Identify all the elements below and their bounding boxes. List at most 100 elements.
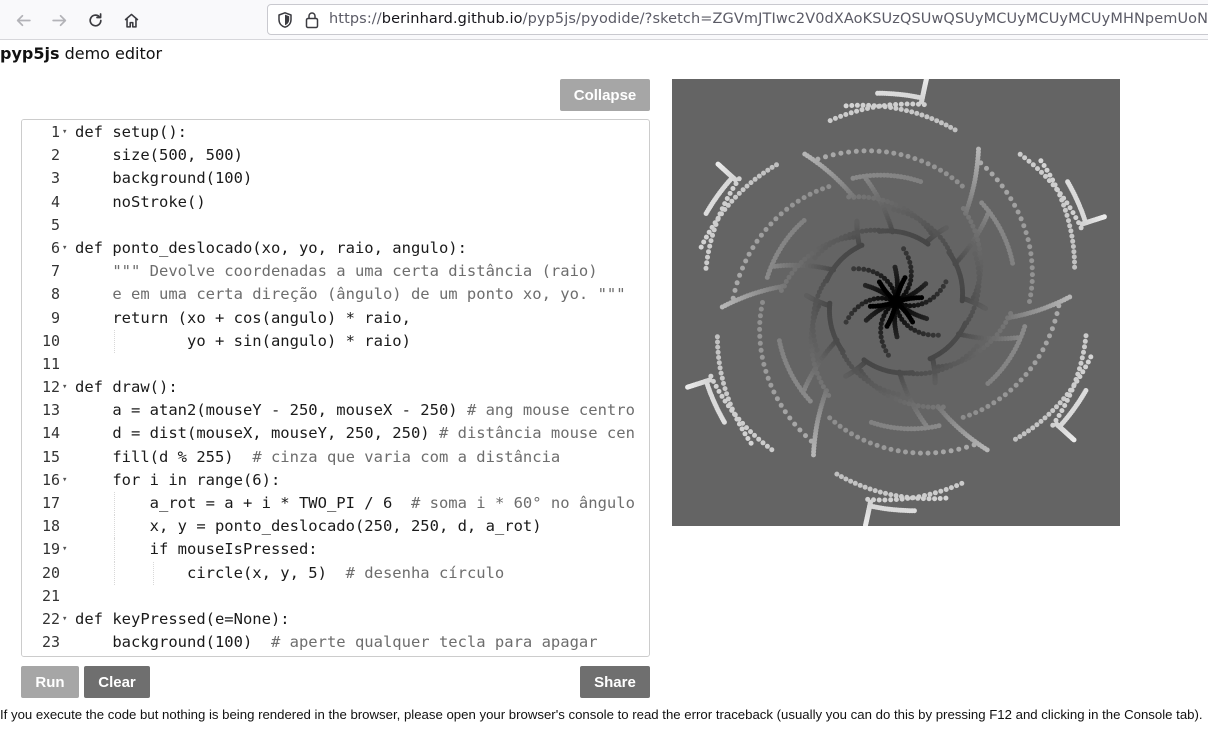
code-statement: a_rot = a + i * TWO_PI / 6 xyxy=(75,494,411,512)
code-text: def ponto_deslocado(xo, yo, raio, angulo… xyxy=(75,237,467,260)
code-line[interactable]: 2 size(500, 500) xyxy=(22,144,649,167)
code-line[interactable]: 4 noStroke() xyxy=(22,191,649,214)
sketch-dot xyxy=(837,423,843,429)
sketch-dot xyxy=(717,365,723,371)
sketch-dot xyxy=(898,106,904,112)
sketch-dot xyxy=(825,275,831,281)
fold-toggle-icon[interactable]: ▾ xyxy=(62,237,67,260)
sketch-dot xyxy=(715,344,721,350)
sketch-dot xyxy=(893,497,899,502)
sketch-dot xyxy=(1023,230,1029,236)
code-comment: # desenha círculo xyxy=(345,563,505,582)
url-text[interactable]: https://berinhard.github.io/pyp5js/pyodi… xyxy=(329,11,1208,27)
code-line[interactable]: 12 ▾ def draw(): xyxy=(22,376,649,399)
sketch-dot xyxy=(1043,173,1048,179)
sketch-dot xyxy=(909,109,915,115)
code-line[interactable]: 1 ▾ def setup(): xyxy=(22,121,649,144)
code-line[interactable]: 19 ▾ if mouseIsPressed: xyxy=(22,538,649,562)
collapse-button[interactable]: Collapse xyxy=(560,79,650,111)
fold-toggle-icon[interactable]: ▾ xyxy=(62,121,67,144)
sketch-dot xyxy=(843,476,849,482)
code-line[interactable]: 18 x, y = ponto_deslocado(250, 250, d, a… xyxy=(22,515,649,539)
sketch-dot xyxy=(789,202,795,208)
sketch-dot xyxy=(843,112,849,117)
code-line[interactable]: 22 ▾ def keyPressed(e=None): xyxy=(22,608,649,631)
sketch-dot xyxy=(743,258,749,264)
sketch-dot xyxy=(905,211,911,217)
code-text: def setup(): xyxy=(75,121,187,144)
forward-button[interactable] xyxy=(45,6,73,34)
sketch-dot xyxy=(1056,413,1062,418)
sketch-dot xyxy=(1027,299,1032,304)
reload-button[interactable] xyxy=(81,6,109,34)
back-button[interactable] xyxy=(9,6,37,34)
sketch-dot xyxy=(784,206,790,212)
code-line[interactable]: 17 a_rot = a + i * TWO_PI / 6 # soma i *… xyxy=(22,492,649,516)
sketch-dot xyxy=(934,118,940,124)
sketch-dot xyxy=(803,433,808,439)
code-statement: def ponto_deslocado(xo, yo, raio, angulo… xyxy=(75,238,467,257)
fold-toggle-icon[interactable]: ▾ xyxy=(62,376,67,399)
sketch-dot xyxy=(883,348,889,354)
code-editor[interactable]: 1 ▾ def setup(): 2 size(500, 500) 3 backgrou… xyxy=(21,119,650,657)
sketch-dot xyxy=(1030,162,1036,168)
sketch-dot xyxy=(979,407,985,413)
sketch-dot xyxy=(876,279,882,285)
sketch-dot xyxy=(765,167,771,173)
sketch-canvas[interactable] xyxy=(672,79,1120,526)
sketch-dot xyxy=(757,313,763,319)
code-line[interactable]: 23 background(100) # aperte qualquer tec… xyxy=(22,631,649,654)
sketch-dot xyxy=(878,330,884,335)
sketch-dot xyxy=(710,378,716,384)
sketch-dot xyxy=(703,234,709,240)
sketch-dot xyxy=(763,368,769,374)
sketch-dot xyxy=(1067,392,1073,398)
line-number: 3 xyxy=(50,169,60,188)
code-line[interactable]: 11 xyxy=(22,353,649,376)
code-line[interactable]: 8 e em uma certa direção (ângulo) de um … xyxy=(22,283,649,306)
sketch-dot xyxy=(1056,303,1062,309)
code-line[interactable]: 13 a = atan2(mouseY - 250, mouseX - 250)… xyxy=(22,399,649,422)
code-line[interactable]: 3 background(100) xyxy=(22,167,649,190)
sketch-dot xyxy=(717,211,723,217)
code-lines[interactable]: 1 ▾ def setup(): 2 size(500, 500) 3 backgrou… xyxy=(22,121,649,654)
sketch-dot xyxy=(866,195,872,200)
share-button[interactable]: Share xyxy=(580,666,650,698)
fold-toggle-icon[interactable]: ▾ xyxy=(62,608,67,631)
home-icon xyxy=(124,13,138,28)
tracking-shield-icon[interactable] xyxy=(276,11,294,29)
run-button[interactable]: Run xyxy=(21,666,79,698)
address-bar[interactable]: https://berinhard.github.io/pyp5js/pyodi… xyxy=(267,4,1208,35)
lock-icon[interactable] xyxy=(304,11,320,29)
code-comment: # aperte qualquer tecla para apagar xyxy=(270,633,598,652)
sketch-dot xyxy=(967,412,972,418)
code-line[interactable]: 7 """ Devolve coordenadas a uma certa di… xyxy=(22,260,649,283)
code-line[interactable]: 10 yo + sin(angulo) * raio) xyxy=(22,329,649,353)
code-text: def keyPressed(e=None): xyxy=(75,608,290,631)
code-statement: fill(d % 255) xyxy=(75,447,253,466)
code-line[interactable]: 16 ▾ for i in range(6): xyxy=(22,469,649,492)
home-button[interactable] xyxy=(117,6,145,34)
sketch-dot xyxy=(740,187,746,193)
sketch-dot xyxy=(1061,195,1067,201)
sketch-dot xyxy=(976,279,982,285)
code-line[interactable]: 9 return (xo + cos(angulo) * raio, xyxy=(22,307,649,330)
sketch-dot xyxy=(716,388,722,394)
code-line[interactable]: 14 d = dist(mouseX, mouseY, 250, 250) # … xyxy=(22,422,649,445)
sketch-dot xyxy=(966,214,972,220)
sketch-dot xyxy=(756,436,762,442)
code-line[interactable]: 5 xyxy=(22,214,649,237)
sketch-dot xyxy=(898,101,904,107)
code-line[interactable]: 20 circle(x, y, 5) # desenha círculo xyxy=(22,561,649,585)
fold-toggle-icon[interactable]: ▾ xyxy=(62,538,67,561)
sketch-dot xyxy=(940,449,946,455)
sketch-dot xyxy=(1073,215,1079,221)
code-line[interactable]: 21 xyxy=(22,585,649,608)
code-line[interactable]: 6 ▾ def ponto_deslocado(xo, yo, raio, angu… xyxy=(22,237,649,260)
sketch-dot xyxy=(732,287,738,293)
sketch-dot xyxy=(727,190,733,196)
sketch-dot xyxy=(1076,220,1082,226)
clear-button[interactable]: Clear xyxy=(84,666,150,698)
fold-toggle-icon[interactable]: ▾ xyxy=(62,469,67,492)
code-line[interactable]: 15 fill(d % 255) # cinza que varia com a… xyxy=(22,446,649,469)
